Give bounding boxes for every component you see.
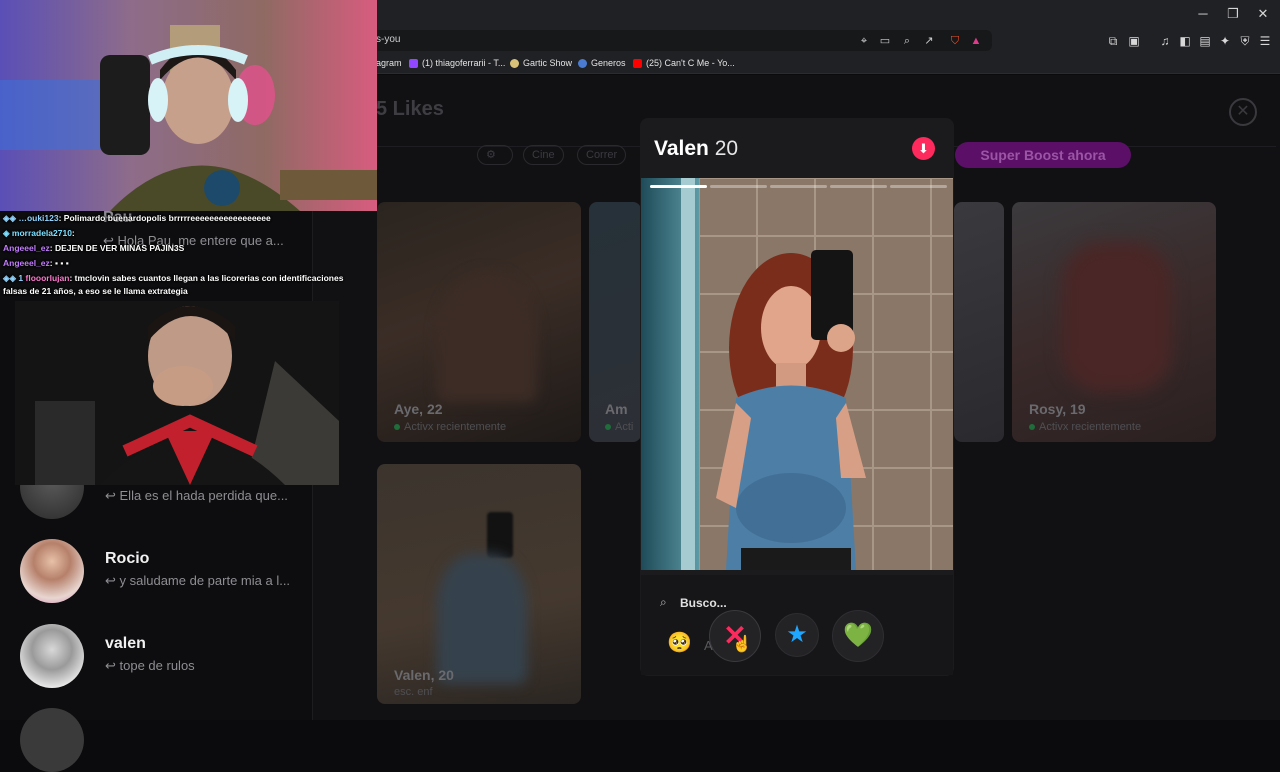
bookmark-label: (25) Can't C Me - Yo... xyxy=(646,58,735,68)
filter-chip-correr[interactable]: Correr xyxy=(577,145,627,165)
collapse-profile-button[interactable]: ⬇ xyxy=(912,137,935,160)
photo-progress-segment[interactable] xyxy=(890,185,947,188)
like-card[interactable]: Aye, 22 Activx recientemente xyxy=(377,202,581,442)
filter-settings-icon[interactable]: ⚙ xyxy=(477,145,513,165)
ai-icon[interactable]: ✦ xyxy=(1216,32,1234,50)
photo-progress-segment[interactable] xyxy=(710,185,767,188)
streamer-webcam xyxy=(0,0,377,211)
bookmark-generos[interactable]: Generos xyxy=(578,58,626,68)
looking-for-label: Busco... xyxy=(680,596,727,610)
zoom-icon[interactable]: ⌕ xyxy=(899,33,915,49)
profile-photo[interactable] xyxy=(641,178,953,570)
card-status: Activx recientemente xyxy=(1029,421,1141,433)
chat-message: Angeeel_ez: ▪ ▪ ▪ xyxy=(3,258,69,268)
photo-progress-segment[interactable] xyxy=(830,185,887,188)
profile-age: 20 xyxy=(714,137,739,160)
twitch-icon xyxy=(409,58,418,68)
chat-message: ◈ morradela2710: xyxy=(3,228,75,238)
close-window-button[interactable]: ✕ xyxy=(1252,4,1274,24)
like-button[interactable]: 💚 xyxy=(832,610,884,662)
like-card[interactable]: Am Acti xyxy=(589,202,641,442)
heart-icon: 💚 xyxy=(843,622,873,649)
streamer-reaction-cam xyxy=(15,301,339,485)
search-icon: ⌕ xyxy=(660,595,667,609)
youtube-icon xyxy=(633,58,642,68)
minimize-button[interactable]: ─ xyxy=(1192,4,1214,24)
webcam-illustration xyxy=(0,0,377,211)
music-icon[interactable]: ♫ xyxy=(1156,32,1174,50)
card-name: Rosy, 19 xyxy=(1029,401,1086,417)
bookmark-instagram[interactable]: agram xyxy=(376,58,402,68)
menu-icon[interactable]: ☰ xyxy=(1256,32,1274,50)
avatar[interactable] xyxy=(20,624,84,688)
match-message[interactable]: ↩ y saludame de parte mia a l... xyxy=(105,573,290,589)
bookmark-label: Generos xyxy=(591,58,626,68)
card-status: Acti xyxy=(605,421,633,433)
mouse-cursor-icon: ☝ xyxy=(732,636,752,653)
address-text: s-you xyxy=(376,34,401,45)
bookmark-twitch[interactable]: (1) thiagoferrarii - T... xyxy=(409,58,505,68)
star-icon: ★ xyxy=(786,621,808,648)
gartic-icon xyxy=(510,58,519,68)
rewards-icon[interactable]: ▲ xyxy=(968,33,984,49)
bookmark-label: agram xyxy=(376,58,402,68)
avatar[interactable] xyxy=(20,539,84,603)
sidebar-icon[interactable]: ◧ xyxy=(1176,32,1194,50)
likes-title: 5 Likes xyxy=(376,98,444,120)
card-status: esc. enf xyxy=(394,686,433,698)
share-icon[interactable]: ↗ xyxy=(921,33,937,49)
card-status: Activx recientemente xyxy=(394,421,506,433)
restore-button[interactable]: ❐ xyxy=(1222,4,1244,24)
like-card[interactable]: Rosy, 19 Activx recientemente xyxy=(1012,202,1216,442)
match-message[interactable]: ↩ tope de rulos xyxy=(105,658,195,674)
extensions-icon[interactable]: ⧉ xyxy=(1104,32,1122,50)
profile-name: Valen 20 xyxy=(654,137,739,160)
brave-shield-icon[interactable]: ⛉ xyxy=(947,33,963,49)
chat-message: ◈◈ 1 flooorlujan: tmclovin sabes cuantos… xyxy=(3,273,344,283)
generos-icon xyxy=(578,58,587,68)
super-like-button[interactable]: ★ xyxy=(775,613,819,657)
cast-icon[interactable]: ▭ xyxy=(877,33,893,49)
super-boost-button[interactable]: Super Boost ahora xyxy=(955,142,1131,168)
like-card[interactable] xyxy=(954,202,1004,442)
card-name: Valen, 20 xyxy=(394,667,454,683)
filter-chip-cine[interactable]: Cine xyxy=(523,145,564,165)
card-name: Aye, 22 xyxy=(394,401,443,417)
photo-progress-segment[interactable] xyxy=(770,185,827,188)
bookmark-label: Gartic Show xyxy=(523,58,573,68)
close-icon[interactable]: ✕ xyxy=(1229,98,1257,126)
pleading-emoji-icon: 🥺 xyxy=(667,632,692,654)
stream-chat: ◈◈ …ouki123: Polimardo buenardopolis brr… xyxy=(0,211,377,301)
reaction-cam-illustration xyxy=(15,301,339,485)
chat-message: ◈◈ …ouki123: Polimardo buenardopolis brr… xyxy=(3,213,271,223)
bookmark-gartic[interactable]: Gartic Show xyxy=(510,58,572,68)
bookmark-youtube[interactable]: (25) Can't C Me - Yo... xyxy=(633,58,735,68)
vpn-icon[interactable]: ⛨ xyxy=(1236,32,1254,50)
sidebar-wallet-icon[interactable]: ▣ xyxy=(1125,32,1143,50)
avatar[interactable] xyxy=(20,708,84,772)
match-name[interactable]: Rocio xyxy=(105,550,149,568)
wallet-icon[interactable]: ▤ xyxy=(1196,32,1214,50)
card-name: Am xyxy=(605,401,628,417)
chat-message: Angeeel_ez: DEJEN DE VER MINAS PAJIN3S xyxy=(3,243,185,253)
chat-message: falsas de 21 años, a eso se le llama ext… xyxy=(3,286,188,296)
like-card[interactable]: Valen, 20 esc. enf xyxy=(377,464,581,704)
address-bar[interactable] xyxy=(362,30,992,51)
photo-progress-segment[interactable] xyxy=(650,185,707,188)
profile-photo-illustration xyxy=(641,178,953,570)
location-icon[interactable]: ⌖ xyxy=(856,33,872,49)
match-name[interactable]: valen xyxy=(105,635,146,653)
bookmark-label: (1) thiagoferrarii - T... xyxy=(422,58,506,68)
match-message[interactable]: ↩ Ella es el hada perdida que... xyxy=(105,488,288,504)
